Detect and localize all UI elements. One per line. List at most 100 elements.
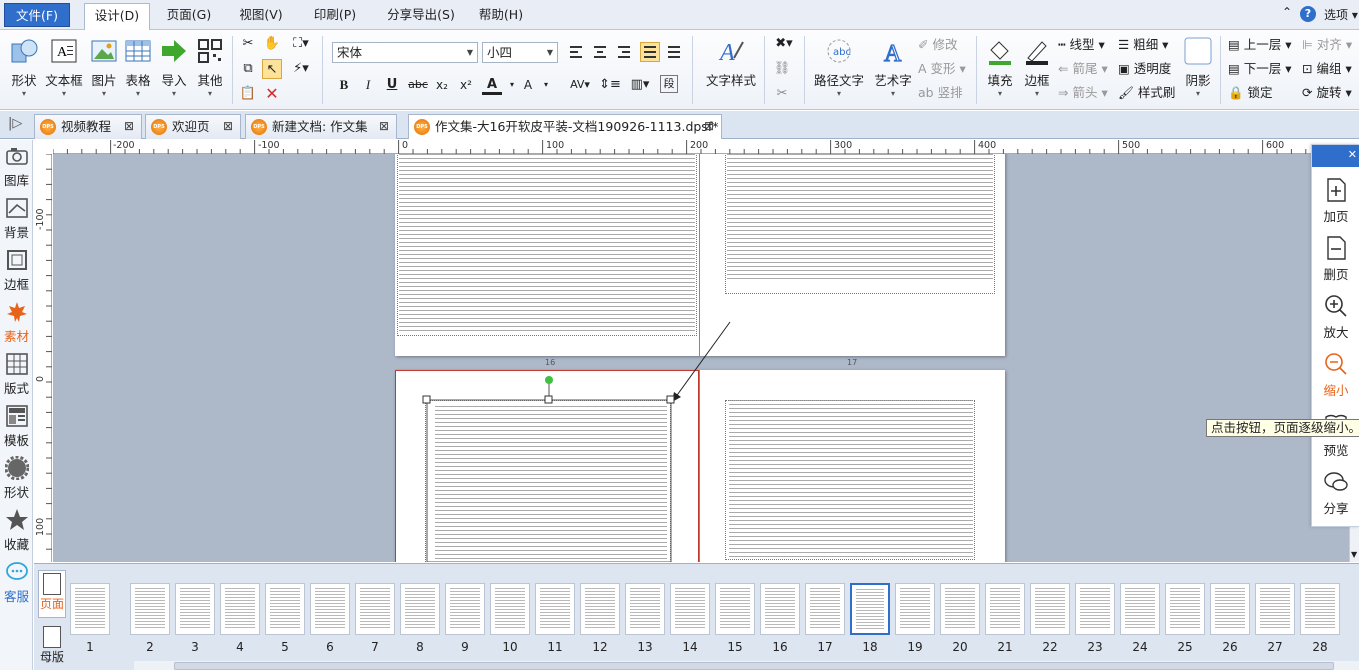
page-thumbnail[interactable] xyxy=(580,583,620,635)
menu-design[interactable]: 设计(D) xyxy=(84,3,150,30)
page-thumbnail[interactable] xyxy=(1255,583,1295,635)
border-button[interactable]: 边框 ▾ xyxy=(1020,34,1054,106)
thickness-button[interactable]: ☰ 粗细 ▾ xyxy=(1118,35,1168,55)
cut-icon[interactable]: ✂ xyxy=(238,34,258,54)
hand-icon[interactable]: ✋ xyxy=(262,34,282,54)
columns-icon[interactable]: ▥▾ xyxy=(626,75,654,95)
subscript-button[interactable]: x₂ xyxy=(432,75,452,95)
bold-button[interactable]: B xyxy=(334,75,354,95)
paste-icon[interactable]: 📋 xyxy=(238,84,258,104)
other-button[interactable]: 其他 ▾ xyxy=(190,34,230,106)
line-spacing-icon[interactable]: ⇕≡ xyxy=(598,75,622,95)
table-button[interactable]: 表格 ▾ xyxy=(118,34,158,106)
master-tab[interactable]: 母版 xyxy=(38,624,66,670)
bring-forward-button[interactable]: ▤ 上一层 ▾ xyxy=(1228,35,1292,55)
pages-tab[interactable]: 页面 xyxy=(38,570,66,618)
page-thumbnail[interactable] xyxy=(535,583,575,635)
page-thumbnail[interactable] xyxy=(1120,583,1160,635)
font-shrink-button[interactable]: A xyxy=(518,75,538,95)
page-thumbnail[interactable] xyxy=(400,583,440,635)
image-edit-icon[interactable]: ✖▾ xyxy=(770,34,798,54)
menu-print[interactable]: 印刷(P) xyxy=(306,3,364,27)
copy-icon[interactable]: ⧉ xyxy=(238,59,258,79)
sidebar-item-material[interactable]: 素材 xyxy=(0,296,33,348)
close-icon[interactable]: ⊠ xyxy=(223,115,233,138)
close-icon[interactable]: ✕ xyxy=(1348,148,1357,161)
scroll-thumb[interactable] xyxy=(174,662,1334,670)
shadow-button[interactable]: 阴影 ▾ xyxy=(1180,34,1216,106)
path-text-button[interactable]: abc 路径文字 ▾ xyxy=(812,34,866,106)
strikethrough-button[interactable]: abc xyxy=(406,75,430,95)
justify-icon[interactable] xyxy=(640,42,660,62)
page-thumbnail[interactable] xyxy=(175,583,215,635)
close-icon[interactable]: ⊠ xyxy=(379,115,389,138)
page-thumbnail[interactable] xyxy=(265,583,305,635)
page-thumbnail[interactable] xyxy=(1165,583,1205,635)
help-icon[interactable]: ? xyxy=(1300,6,1316,22)
sidebar-item-border[interactable]: 边框 xyxy=(0,244,33,296)
menu-help[interactable]: 帮助(H) xyxy=(472,3,530,27)
art-text-button[interactable]: A 艺术字 ▾ xyxy=(870,34,916,106)
page-thumbnail[interactable] xyxy=(940,583,980,635)
unlink-icon[interactable]: ✂ xyxy=(772,84,792,104)
resize-handle[interactable] xyxy=(422,395,431,404)
zoom-in-button[interactable]: 放大 xyxy=(1312,289,1359,345)
page-thumbnail[interactable] xyxy=(985,583,1025,635)
rotate-button[interactable]: ⟳ 旋转 ▾ xyxy=(1302,83,1352,103)
font-size-select[interactable]: 小四 ▼ xyxy=(482,42,558,63)
share-button[interactable]: 分享 xyxy=(1312,465,1359,521)
menu-view[interactable]: 视图(V) xyxy=(232,3,290,27)
modify-button[interactable]: ✐ 修改 xyxy=(918,35,957,55)
link-icon[interactable]: ⛓ xyxy=(772,59,792,79)
sidebar-item-layout[interactable]: 版式 xyxy=(0,348,33,400)
page-canvas[interactable]: 16 17 xyxy=(53,154,1349,562)
sidebar-toggle-icon[interactable]: |▷ xyxy=(8,116,22,131)
send-backward-button[interactable]: ▤ 下一层 ▾ xyxy=(1228,59,1292,79)
text-frame-icon[interactable]: 段 xyxy=(660,75,678,93)
underline-button[interactable]: U xyxy=(382,75,402,95)
crop-icon[interactable]: ⛶▾ xyxy=(288,34,314,54)
sidebar-item-gallery[interactable]: 图库 xyxy=(0,140,33,192)
page-thumbnail[interactable] xyxy=(625,583,665,635)
page-thumbnail[interactable] xyxy=(850,583,890,635)
page-thumbnail[interactable] xyxy=(895,583,935,635)
select-pointer-icon[interactable]: ↖ xyxy=(262,59,282,79)
page-thumbnail[interactable] xyxy=(715,583,755,635)
close-icon[interactable]: ⊠ xyxy=(704,115,714,138)
font-color-button[interactable]: A xyxy=(482,75,502,95)
delete-icon[interactable]: ✕ xyxy=(262,84,282,104)
transform-button[interactable]: A 变形 ▾ xyxy=(918,59,966,79)
page-thumbnail[interactable] xyxy=(130,583,170,635)
sidebar-item-shape[interactable]: 形状 xyxy=(0,452,33,504)
textbox-button[interactable]: A 文本框 ▾ xyxy=(44,34,84,106)
delete-page-button[interactable]: 删页 xyxy=(1312,231,1359,287)
tab-welcome[interactable]: DPS 欢迎页 ⊠ xyxy=(145,114,241,139)
align-button[interactable]: ⊫ 对齐 ▾ xyxy=(1302,35,1352,55)
word-style-button[interactable]: A 文字样式 xyxy=(704,34,758,106)
add-page-button[interactable]: 加页 xyxy=(1312,173,1359,229)
close-icon[interactable]: ⊠ xyxy=(124,115,134,138)
page-thumbnail[interactable] xyxy=(70,583,110,635)
resize-handle[interactable] xyxy=(544,395,553,404)
sidebar-item-support[interactable]: 客服 xyxy=(0,556,33,608)
collapse-ribbon-icon[interactable]: ⌃ xyxy=(1282,5,1292,19)
style-brush-button[interactable]: 🖌 样式刷 xyxy=(1118,83,1175,103)
page-thumbnail[interactable] xyxy=(805,583,845,635)
page-thumbnail[interactable] xyxy=(1300,583,1340,635)
page-thumbnail[interactable] xyxy=(1075,583,1115,635)
vertical-text-button[interactable]: ab 竖排 xyxy=(918,83,963,103)
arrow-tail-button[interactable]: ⇐ 箭尾 ▾ xyxy=(1058,59,1108,79)
magic-wand-icon[interactable]: ⚡▾ xyxy=(288,59,314,79)
group-button[interactable]: ⊡ 编组 ▾ xyxy=(1302,59,1352,79)
page-thumbnail[interactable] xyxy=(355,583,395,635)
lock-button[interactable]: 🔒 锁定 xyxy=(1228,83,1273,103)
chevron-down-icon[interactable]: ▾ xyxy=(536,75,556,95)
tab-current-document[interactable]: DPS 作文集-大16开软皮平装-文档190926-1113.dpsf* ⊠ xyxy=(408,114,722,139)
page-thumbnail[interactable] xyxy=(220,583,260,635)
import-button[interactable]: 导入 ▾ xyxy=(154,34,194,106)
align-left-icon[interactable] xyxy=(566,42,586,62)
italic-button[interactable]: I xyxy=(358,75,378,95)
distribute-icon[interactable] xyxy=(664,42,684,62)
char-spacing-icon[interactable]: AV▾ xyxy=(566,75,594,95)
sidebar-item-favorites[interactable]: 收藏 xyxy=(0,504,33,556)
